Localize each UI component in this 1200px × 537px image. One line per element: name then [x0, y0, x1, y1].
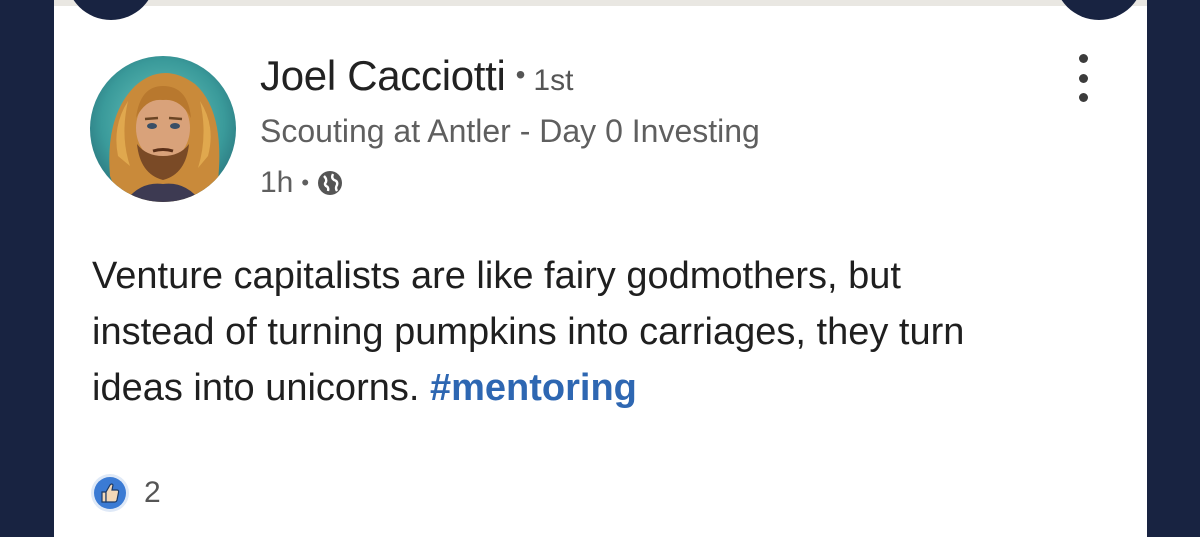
globe-icon — [317, 170, 343, 196]
post-meta: 1h • — [260, 163, 343, 203]
author-name[interactable]: Joel Cacciotti — [260, 52, 506, 100]
post-text-line: Venture capitalists are like fairy godmo… — [92, 255, 901, 297]
author-avatar[interactable] — [90, 56, 236, 202]
post-text-line: ideas into unicorns. #mentoring — [92, 360, 1122, 416]
author-headline: Scouting at Antler - Day 0 Investing — [260, 113, 760, 149]
hashtag-link[interactable]: #mentoring — [430, 367, 637, 409]
meta-separator: • — [301, 170, 310, 195]
corner-shape-right — [1054, 0, 1144, 20]
post-text-line: instead of turning pumpkins into carriag… — [92, 311, 965, 353]
menu-dot — [1078, 54, 1088, 63]
post-text: Venture capitalists are like fairy godmo… — [92, 248, 1122, 416]
like-icon — [90, 473, 130, 513]
post-time: 1h — [260, 166, 294, 199]
reactions-summary[interactable]: 2 — [90, 470, 161, 516]
corner-shape-left — [66, 0, 156, 20]
post-text-fragment: ideas into unicorns. — [92, 367, 430, 409]
post-card: Joel Cacciotti • 1st Scouting at Antler … — [54, 0, 1147, 537]
connection-degree: 1st — [533, 64, 574, 97]
avatar-portrait-icon — [90, 56, 236, 202]
top-divider — [54, 0, 1147, 6]
reaction-count: 2 — [144, 476, 161, 509]
more-options-icon[interactable] — [1068, 54, 1098, 102]
name-separator: • — [515, 59, 526, 90]
author-name-row: Joel Cacciotti • 1st — [260, 52, 573, 102]
menu-dot — [1078, 93, 1088, 102]
menu-dot — [1078, 73, 1088, 83]
